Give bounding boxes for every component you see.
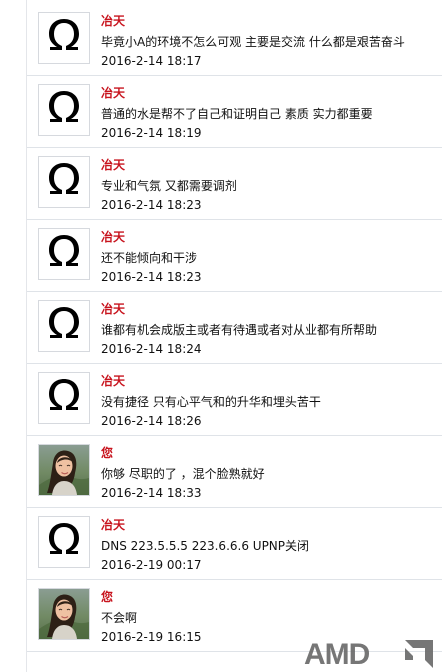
comment-item: 冶天 毕竟小A的环境不怎么可观 主要是交流 什么都是艰苦奋斗 2016-2-14… [27,4,442,76]
comment-time: 2016-2-19 00:17 [101,558,202,572]
comment-text: 不会啊 [101,611,138,625]
comment-feed-window: 冶天 毕竟小A的环境不怎么可观 主要是交流 什么都是艰苦奋斗 2016-2-14… [0,0,442,672]
omega-icon [39,85,89,135]
comment-item: 冶天 普通的水是帮不了自己和证明自己 素质 实力都重要 2016-2-14 18… [27,76,442,148]
avatar[interactable] [38,444,90,496]
avatar[interactable] [38,84,90,136]
omega-icon [39,373,89,423]
comment-author[interactable]: 冶天 [101,372,125,389]
comment-text: 毕竟小A的环境不怎么可观 主要是交流 什么都是艰苦奋斗 [101,35,405,49]
comment-author[interactable]: 冶天 [101,300,125,317]
amd-watermark-text: AMD [304,638,370,668]
omega-icon [39,301,89,351]
comment-time: 2016-2-14 18:23 [101,198,202,212]
comment-text: 还不能倾向和干涉 [101,251,198,265]
comment-author[interactable]: 冶天 [101,156,125,173]
comment-text: 专业和气氛 又都需要调剂 [101,179,237,193]
comment-text: 谁都有机会成版主或者有待遇或者对从业都有所帮助 [101,323,378,337]
comment-thread: 冶天 毕竟小A的环境不怎么可观 主要是交流 什么都是艰苦奋斗 2016-2-14… [27,4,442,652]
avatar[interactable] [38,300,90,352]
comment-time: 2016-2-14 18:23 [101,270,202,284]
comment-item: 冶天 还不能倾向和干涉 2016-2-14 18:23 [27,220,442,292]
comment-author[interactable]: 冶天 [101,12,125,29]
comment-author[interactable]: 冶天 [101,228,125,245]
comment-time: 2016-2-14 18:26 [101,414,202,428]
amd-arrow-icon [405,640,433,668]
omega-icon [39,13,89,63]
avatar[interactable] [38,228,90,280]
user-photo [39,445,89,495]
comment-item: 冶天 没有捷径 只有心平气和的升华和埋头苦干 2016-2-14 18:26 [27,364,442,436]
omega-icon [39,157,89,207]
comment-item: 冶天 谁都有机会成版主或者有待遇或者对从业都有所帮助 2016-2-14 18:… [27,292,442,364]
comment-author[interactable]: 冶天 [101,516,125,533]
avatar[interactable] [38,156,90,208]
user-photo [39,589,89,639]
avatar[interactable] [38,12,90,64]
omega-icon [39,229,89,279]
comment-author[interactable]: 您 [101,444,113,461]
comment-time: 2016-2-14 18:33 [101,486,202,500]
comment-time: 2016-2-14 18:19 [101,126,202,140]
avatar[interactable] [38,516,90,568]
comment-time: 2016-2-19 16:15 [101,630,202,644]
comment-time: 2016-2-14 18:17 [101,54,202,68]
comment-item: 您 你够 尽职的了 ，混个脸熟就好 2016-2-14 18:33 [27,436,442,508]
avatar[interactable] [38,588,90,640]
comment-text: 你够 尽职的了 ，混个脸熟就好 [101,467,265,481]
omega-icon [39,517,89,567]
comment-text: DNS 223.5.5.5 223.6.6.6 UPNP关闭 [101,539,310,553]
avatar[interactable] [38,372,90,424]
comment-time: 2016-2-14 18:24 [101,342,202,356]
comment-item: 冶天 DNS 223.5.5.5 223.6.6.6 UPNP关闭 2016-2… [27,508,442,580]
comment-author[interactable]: 冶天 [101,84,125,101]
comment-text: 没有捷径 只有心平气和的升华和埋头苦干 [101,395,321,409]
comment-author[interactable]: 您 [101,588,113,605]
comment-item: 冶天 专业和气氛 又都需要调剂 2016-2-14 18:23 [27,148,442,220]
comment-text: 普通的水是帮不了自己和证明自己 素质 实力都重要 [101,107,373,121]
amd-watermark: AMD [304,638,433,668]
